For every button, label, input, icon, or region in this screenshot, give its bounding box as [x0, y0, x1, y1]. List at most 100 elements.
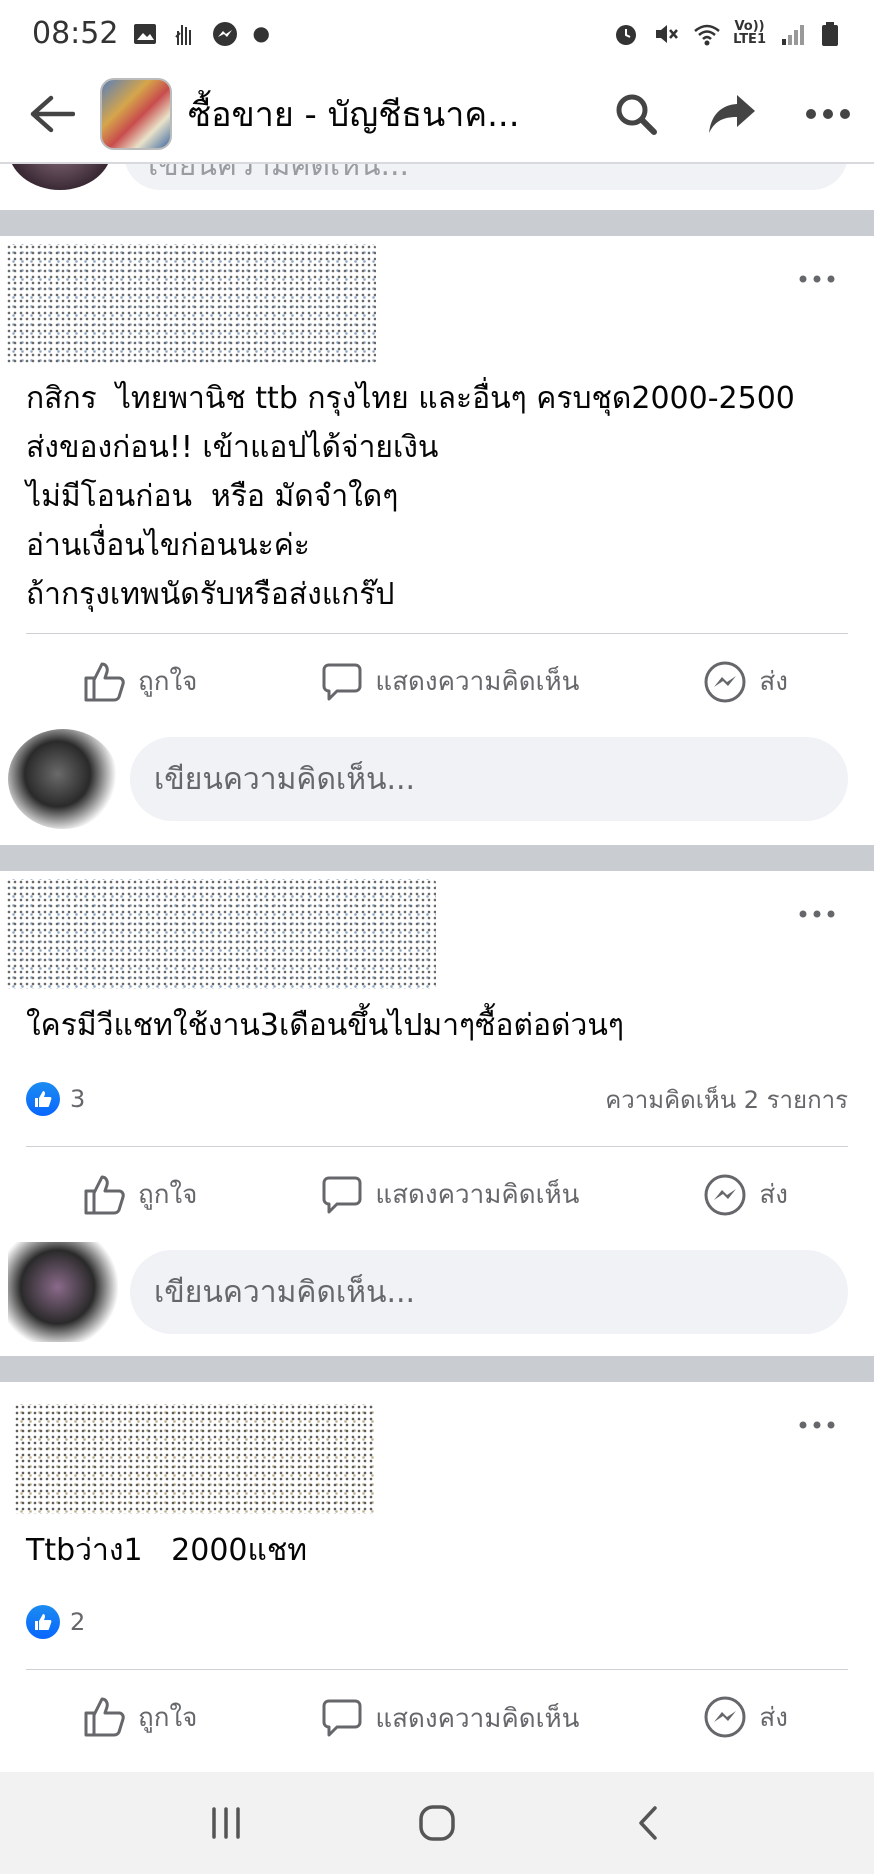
like-button[interactable]: ถูกใจ — [82, 1695, 197, 1739]
post-text: กสิกร ไทยพานิช ttb กรุงไทย และอื่นๆ ครบช… — [26, 381, 795, 612]
feed: เขียนความคิดเห็น... กสิกร ไทยพานิช ttb ก… — [0, 106, 874, 1739]
status-left: 08:52 ● — [32, 16, 270, 51]
reactions-row: 3 ความคิดเห็น 2 รายการ — [0, 1064, 874, 1134]
comment-label: แสดงความคิดเห็น — [375, 667, 580, 697]
like-label: ถูกใจ — [138, 1702, 198, 1733]
network-type: Vo)) LTE1 — [733, 20, 766, 46]
signal-icon — [780, 20, 806, 46]
comment-bubble-icon — [322, 663, 362, 700]
app-bar: ซื้อขาย - บัญชีธนาค... — [0, 66, 874, 164]
post-card: ใครมีวีแชทใช้งาน3เดือนขึ้นไปมาๆซื้อต่อด่… — [0, 871, 874, 1356]
more-options-button[interactable] — [802, 88, 854, 140]
wifi-icon — [693, 20, 720, 46]
notification-dot-icon: ● — [252, 21, 270, 45]
reaction-summary[interactable]: 3 — [26, 1082, 85, 1116]
comment-input[interactable]: เขียนความคิดเห็น... — [130, 737, 848, 821]
more-icon — [806, 109, 850, 119]
search-button[interactable] — [610, 88, 662, 140]
comment-bubble-icon — [322, 1176, 362, 1213]
feed-divider — [0, 210, 874, 236]
send-button[interactable]: ส่ง — [703, 660, 788, 704]
back-button[interactable] — [24, 86, 80, 142]
search-icon — [616, 94, 657, 135]
send-label: ส่ง — [759, 1180, 788, 1210]
send-label: ส่ง — [759, 667, 788, 697]
comment-row: เขียนความคิดเห็น... — [0, 729, 874, 829]
comment-count[interactable]: ความคิดเห็น 2 รายการ — [605, 1080, 848, 1119]
comment-row: เขียนความคิดเห็น... — [0, 1242, 874, 1342]
gallery-icon — [132, 20, 158, 46]
author-avatar-blurred[interactable] — [14, 1404, 374, 1514]
post-header — [0, 871, 874, 1001]
thumbs-up-icon — [84, 1697, 125, 1737]
post-text: Ttbว่าง1 2000แชท — [26, 1533, 307, 1568]
recent-apps-button[interactable] — [196, 1793, 256, 1853]
battery-icon — [820, 20, 846, 46]
send-button[interactable]: ส่ง — [703, 1695, 788, 1739]
like-count: 2 — [70, 1608, 86, 1636]
commenter-avatar — [8, 729, 118, 829]
group-avatar[interactable] — [100, 78, 172, 150]
author-avatar-blurred[interactable] — [6, 879, 436, 989]
post-card: กสิกร ไทยพานิช ttb กรุงไทย และอื่นๆ ครบช… — [0, 236, 874, 845]
more-icon — [799, 275, 835, 283]
network-lte-label: LTE1 — [733, 32, 766, 47]
recent-apps-icon — [211, 1807, 240, 1839]
post-text: ใครมีวีแชทใช้งาน3เดือนขึ้นไปมาๆซื้อต่อด่… — [26, 1008, 624, 1043]
like-reaction-icon — [26, 1605, 60, 1639]
comment-button[interactable]: แสดงความคิดเห็น — [321, 1174, 579, 1216]
post-actions-bar: ถูกใจ แสดงความคิดเห็น ส่ง — [26, 633, 848, 729]
commenter-avatar — [8, 1242, 118, 1342]
reaction-summary[interactable]: 2 — [26, 1605, 85, 1639]
post-header — [0, 236, 874, 372]
thumbs-up-icon — [84, 1175, 125, 1214]
system-nav-bar — [0, 1772, 874, 1874]
post-actions-bar: ถูกใจ แสดงความคิดเห็น ส่ง — [26, 1669, 848, 1739]
messenger-icon — [704, 1174, 746, 1215]
post-card: Ttbว่าง1 2000แชท 2 ถูกใจ แสดงความคิดเห็น — [0, 1382, 874, 1739]
home-button[interactable] — [407, 1793, 467, 1853]
comment-label: แสดงความคิดเห็น — [375, 1703, 580, 1734]
thumbs-up-icon — [84, 662, 125, 701]
share-button[interactable] — [706, 88, 758, 140]
send-button[interactable]: ส่ง — [703, 1173, 788, 1217]
post-more-button[interactable] — [792, 899, 842, 929]
like-button[interactable]: ถูกใจ — [82, 660, 197, 704]
more-icon — [799, 910, 835, 918]
comment-placeholder: เขียนความคิดเห็น... — [154, 1274, 416, 1310]
comment-input[interactable]: เขียนความคิดเห็น... — [130, 1250, 848, 1334]
status-time: 08:52 — [32, 15, 119, 51]
arrow-left-icon — [30, 95, 75, 133]
status-bar: 08:52 ● Vo)) LTE1 — [0, 0, 874, 66]
messenger-icon — [704, 1696, 746, 1738]
system-back-button[interactable] — [618, 1793, 678, 1853]
post-header — [0, 1382, 874, 1516]
feed-divider — [0, 1356, 874, 1382]
messenger-icon — [704, 661, 746, 702]
author-avatar-blurred[interactable] — [6, 244, 376, 364]
comment-placeholder: เขียนความคิดเห็น... — [154, 761, 416, 797]
alarm-icon — [613, 20, 639, 46]
comment-label: แสดงความคิดเห็น — [375, 1180, 580, 1210]
like-label: ถูกใจ — [138, 1180, 198, 1210]
comment-button[interactable]: แสดงความคิดเห็น — [321, 661, 579, 703]
status-right: Vo)) LTE1 — [613, 20, 846, 46]
messenger-notification-icon — [212, 20, 238, 46]
home-icon — [419, 1805, 455, 1841]
like-reaction-icon — [26, 1082, 60, 1116]
reactions-row: 2 — [0, 1587, 874, 1657]
post-more-button[interactable] — [792, 1410, 842, 1440]
group-title[interactable]: ซื้อขาย - บัญชีธนาค... — [188, 87, 558, 141]
post-actions-bar: ถูกใจ แสดงความคิดเห็น ส่ง — [26, 1146, 848, 1242]
share-arrow-icon — [709, 95, 755, 133]
post-more-button[interactable] — [792, 264, 842, 294]
comment-button[interactable]: แสดงความคิดเห็น — [321, 1697, 579, 1739]
like-button[interactable]: ถูกใจ — [82, 1173, 197, 1217]
like-count: 3 — [70, 1085, 86, 1113]
like-label: ถูกใจ — [138, 667, 198, 697]
more-icon — [799, 1421, 835, 1429]
app-bar-actions — [610, 88, 854, 140]
chevron-left-icon — [639, 1806, 658, 1840]
feed-divider — [0, 845, 874, 871]
mute-icon — [653, 20, 679, 46]
